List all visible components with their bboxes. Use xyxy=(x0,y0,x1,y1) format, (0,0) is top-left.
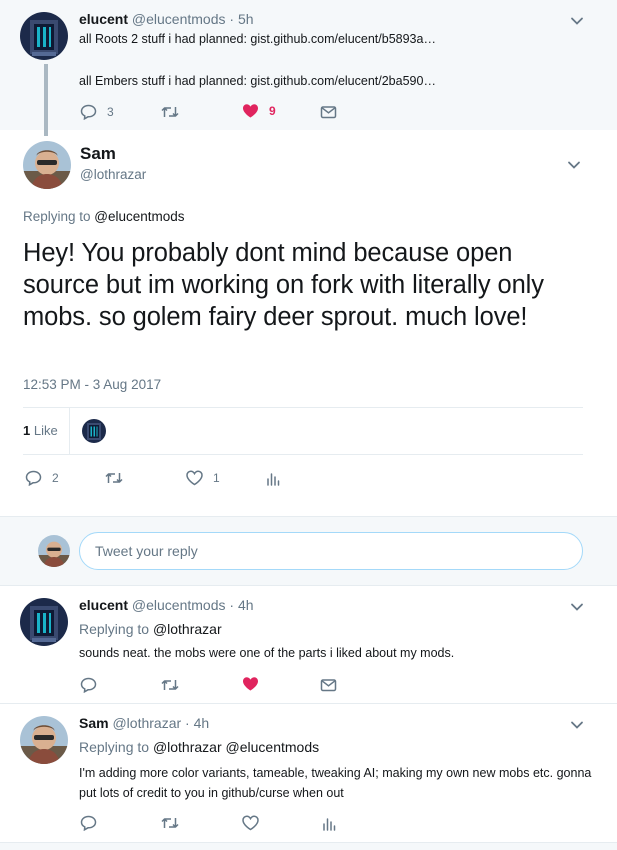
heart-icon xyxy=(243,104,258,118)
retweet-icon xyxy=(161,680,179,690)
author-name[interactable]: Sam xyxy=(80,144,116,164)
parent-header: elucent @elucentmods · 5h xyxy=(79,11,254,27)
reply-button[interactable]: 2 xyxy=(25,470,59,486)
author-name[interactable]: elucent xyxy=(79,11,128,27)
likes-label: Like xyxy=(33,423,58,438)
timeline-footer xyxy=(0,842,617,850)
heart-icon xyxy=(243,677,258,691)
like-button[interactable] xyxy=(242,676,259,692)
replying-to: Replying to @elucentmods xyxy=(23,209,185,224)
author-handle[interactable]: @lothrazar xyxy=(112,715,181,731)
retweet-button[interactable] xyxy=(161,677,179,693)
reply-count: 3 xyxy=(107,105,114,119)
retweet-button[interactable] xyxy=(161,104,179,120)
reply-icon xyxy=(80,677,97,693)
chevron-down-icon[interactable] xyxy=(570,600,584,614)
message-button[interactable] xyxy=(320,104,337,120)
avatar-elucent[interactable] xyxy=(20,598,68,646)
reply-button[interactable]: 3 xyxy=(80,104,114,120)
tweet-time[interactable]: · 4h xyxy=(185,715,209,731)
message-icon xyxy=(320,679,337,692)
avatar-elucent[interactable] xyxy=(20,12,68,60)
liker-avatar[interactable] xyxy=(82,419,106,443)
analytics-button[interactable] xyxy=(266,470,280,486)
gist-link-1[interactable]: gist.github.com/elucent/b5893a… xyxy=(250,32,436,46)
replying-handle[interactable]: @elucentmods xyxy=(94,209,184,224)
replying-prefix: Replying to xyxy=(79,621,153,637)
retweet-button[interactable] xyxy=(161,815,179,831)
message-icon xyxy=(320,106,337,119)
like-button[interactable]: 1 xyxy=(186,470,220,486)
chevron-down-icon[interactable] xyxy=(570,14,584,28)
chevron-down-icon[interactable] xyxy=(570,718,584,732)
replying-prefix: Replying to xyxy=(23,209,95,224)
likes-stat[interactable]: 1 Like xyxy=(23,423,58,438)
author-name[interactable]: elucent xyxy=(79,597,128,613)
reply-button[interactable] xyxy=(80,677,97,693)
own-avatar xyxy=(38,535,70,567)
tweet-timestamp[interactable]: 12:53 PM - 3 Aug 2017 xyxy=(23,377,161,392)
like-button[interactable] xyxy=(242,815,259,831)
thread-line xyxy=(44,64,48,136)
replying-to: Replying to @lothrazar xyxy=(79,621,222,637)
reply-icon xyxy=(25,470,42,486)
replying-prefix: Replying to xyxy=(79,739,153,755)
tweet-text: Hey! You probably dont mind because open… xyxy=(23,239,544,331)
analytics-icon xyxy=(267,473,280,486)
avatar-sam[interactable] xyxy=(23,141,71,189)
reply-placeholder: Tweet your reply xyxy=(95,543,198,559)
heart-icon xyxy=(186,470,203,486)
text-prefix: all Embers stuff i had planned: xyxy=(79,74,251,88)
message-button[interactable] xyxy=(320,677,337,693)
reply-icon xyxy=(80,815,97,831)
replying-handle[interactable]: @lothrazar xyxy=(153,621,222,637)
replying-handle[interactable]: @lothrazar xyxy=(153,739,222,755)
retweet-button[interactable] xyxy=(105,470,123,486)
text-prefix: all Roots 2 stuff i had planned: xyxy=(79,32,251,46)
reply1-header: elucent @elucentmods · 4h xyxy=(79,597,254,613)
author-handle[interactable]: @lothrazar xyxy=(80,167,146,182)
replying-to: Replying to @lothrazar @elucentmods xyxy=(79,739,319,755)
reply-input[interactable]: Tweet your reply xyxy=(79,532,583,570)
author-handle[interactable]: @elucentmods xyxy=(132,597,226,613)
reply-button[interactable] xyxy=(80,815,97,831)
author-handle[interactable]: @elucentmods xyxy=(132,11,226,27)
heart-icon xyxy=(242,815,259,831)
like-button[interactable]: 9 xyxy=(242,103,276,119)
retweet-icon xyxy=(161,818,179,828)
tweet-text: I'm adding more color variants, tameable… xyxy=(79,766,592,800)
parent-line-2: all Embers stuff i had planned: gist.git… xyxy=(79,74,436,88)
tweet-time[interactable]: · 5h xyxy=(229,11,253,27)
chevron-down-icon[interactable] xyxy=(567,158,581,172)
replying-handle[interactable]: @elucentmods xyxy=(226,739,320,755)
divider xyxy=(69,408,70,454)
divider xyxy=(23,407,583,408)
divider xyxy=(23,454,583,455)
like-count: 1 xyxy=(213,471,220,485)
tweet-time[interactable]: · 4h xyxy=(229,597,253,613)
gist-link-2[interactable]: gist.github.com/elucent/2ba590… xyxy=(250,74,436,88)
parent-line-1: all Roots 2 stuff i had planned: gist.gi… xyxy=(79,32,436,46)
retweet-icon xyxy=(161,107,179,117)
retweet-icon xyxy=(105,473,123,483)
likes-count: 1 xyxy=(23,423,31,438)
analytics-button[interactable] xyxy=(322,815,336,831)
divider xyxy=(0,703,617,704)
reply-count: 2 xyxy=(52,471,59,485)
like-count: 9 xyxy=(269,104,276,118)
tweet-text: sounds neat. the mobs were one of the pa… xyxy=(79,646,455,660)
reply-icon xyxy=(80,104,97,120)
analytics-icon xyxy=(323,818,336,831)
reply2-header: Sam @lothrazar · 4h xyxy=(79,715,209,731)
avatar-sam[interactable] xyxy=(20,716,68,764)
author-name[interactable]: Sam xyxy=(79,715,109,731)
